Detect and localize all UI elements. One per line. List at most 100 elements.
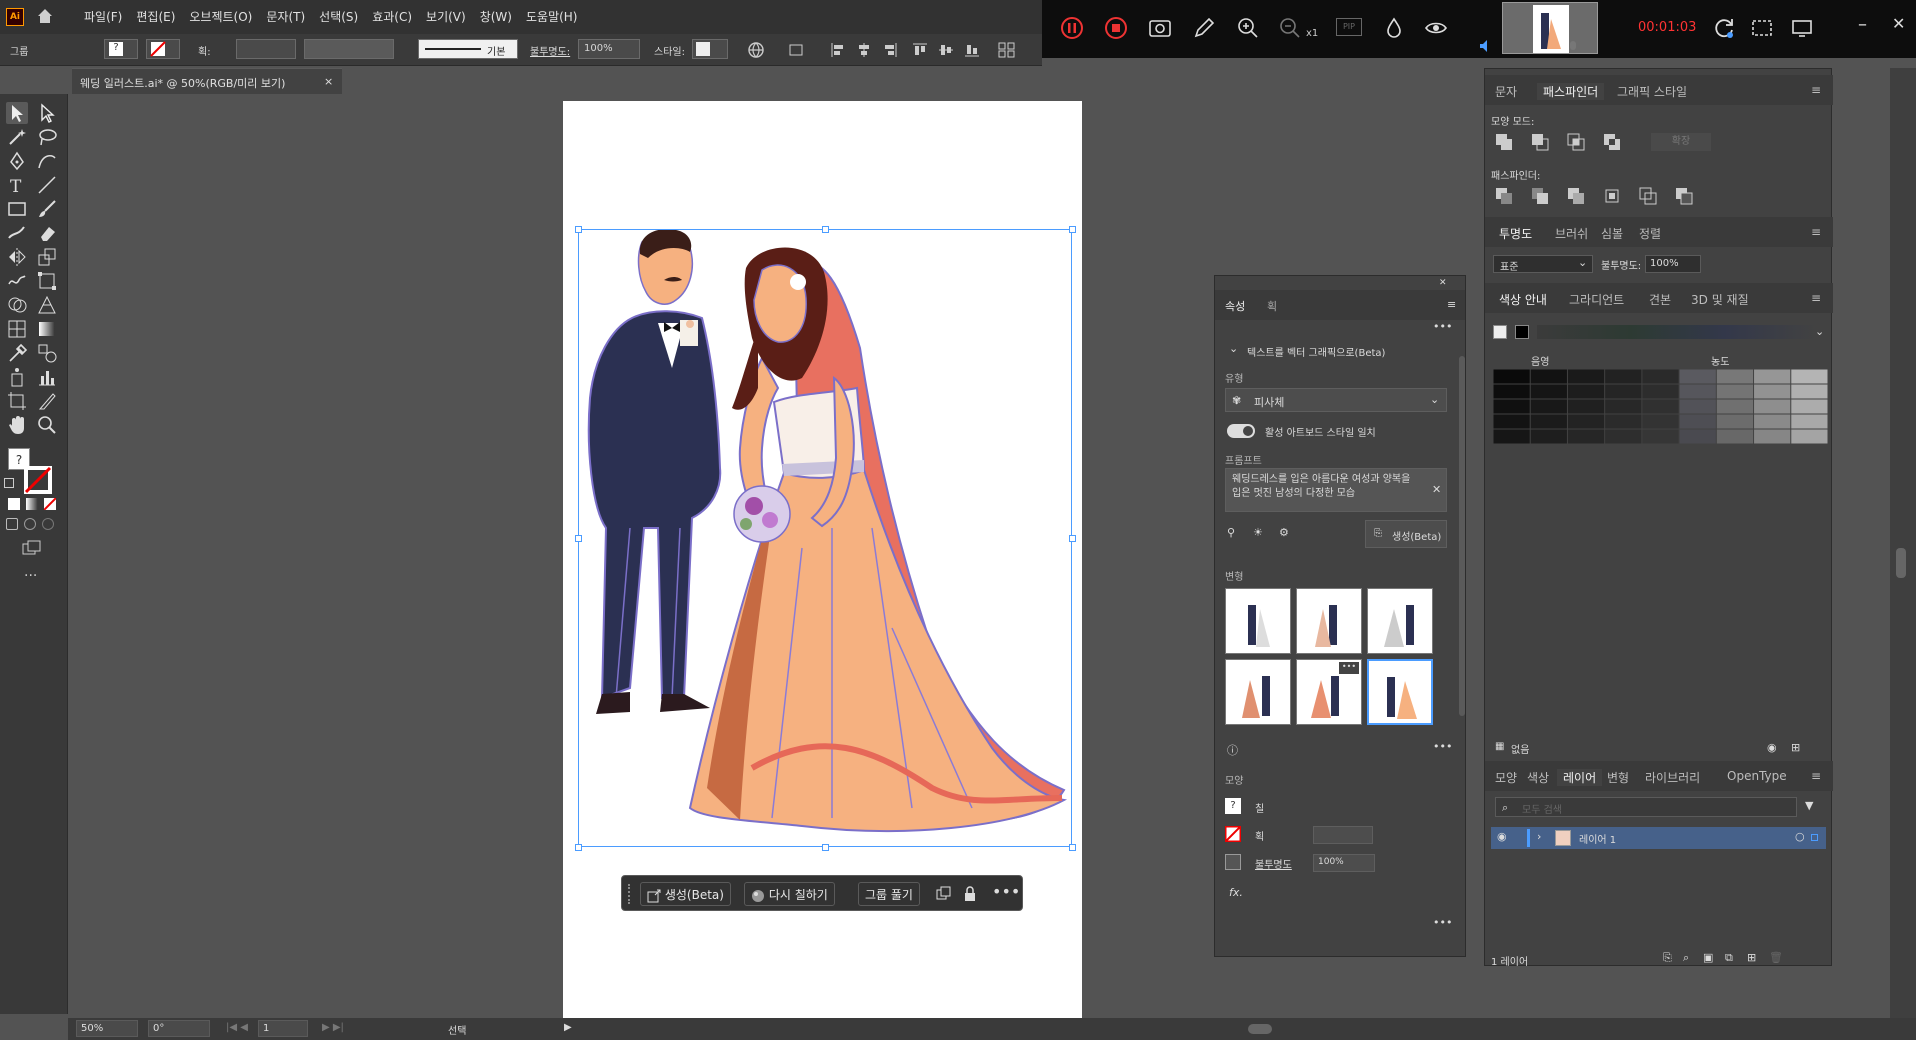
more-icon[interactable]: ••• — [1433, 320, 1452, 333]
mesh-tool-icon[interactable] — [6, 318, 28, 340]
handle-top-left[interactable] — [575, 226, 582, 233]
align-bottom-icon[interactable] — [964, 42, 980, 58]
preview-thumbnail[interactable] — [1502, 2, 1598, 54]
unite-icon[interactable] — [1495, 133, 1513, 151]
menu-window[interactable]: 창(W) — [480, 0, 512, 34]
trim-icon[interactable] — [1531, 187, 1549, 205]
color-swatch[interactable] — [1493, 429, 1530, 444]
handle-bottom[interactable] — [822, 844, 829, 851]
new-sublayer-icon[interactable]: ⧉ — [1725, 951, 1733, 965]
color-swatch[interactable] — [1791, 429, 1828, 444]
black-swatch[interactable] — [1515, 325, 1529, 339]
align-left-icon[interactable] — [830, 42, 846, 58]
color-swatch[interactable] — [1605, 369, 1642, 384]
color-guide-swatches[interactable] — [1493, 369, 1828, 444]
default-colors-icon[interactable] — [4, 478, 14, 488]
opacity-input[interactable]: 100% — [578, 39, 640, 59]
color-swatch[interactable] — [1791, 399, 1828, 414]
color-swatch[interactable] — [1754, 399, 1791, 414]
filter-icon[interactable]: ▼ — [1805, 799, 1813, 812]
locate-object-icon[interactable]: ⌕ — [1683, 951, 1689, 965]
scale-tool-icon[interactable] — [36, 246, 58, 268]
symbol-sprayer-icon[interactable] — [6, 366, 28, 388]
close-panel-icon[interactable]: ✕ — [1439, 278, 1447, 288]
prompt-textarea[interactable]: 웨딩드레스를 입은 아름다운 여성과 양복을 입은 멋진 남성의 다정한 모습 … — [1225, 468, 1447, 512]
panel-menu-icon[interactable]: ≡ — [1811, 225, 1821, 239]
color-swatch[interactable] — [1493, 399, 1530, 414]
align-middle-icon[interactable] — [938, 42, 954, 58]
tab-3d-materials[interactable]: 3D 및 재질 — [1691, 291, 1749, 308]
vertical-scrollbar[interactable] — [1459, 356, 1465, 716]
color-swatch[interactable] — [1679, 369, 1716, 384]
speaker-icon[interactable] — [1478, 38, 1494, 54]
expand-layer-icon[interactable]: › — [1537, 830, 1541, 843]
eraser-icon[interactable] — [36, 222, 58, 244]
clear-prompt-icon[interactable]: ✕ — [1432, 483, 1441, 496]
curvature-tool-icon[interactable] — [36, 150, 58, 172]
tab-stroke[interactable]: 획 — [1267, 298, 1277, 314]
color-swatch[interactable] — [1679, 384, 1716, 399]
color-swatch[interactable] — [1642, 369, 1679, 384]
color-swatch[interactable] — [1567, 369, 1605, 384]
clipping-mask-icon[interactable]: ▣ — [1703, 951, 1713, 964]
right-edge-scrollbar[interactable] — [1890, 68, 1916, 1018]
tab-align[interactable]: 정렬 — [1639, 225, 1661, 242]
type-tool-icon[interactable]: T — [6, 174, 28, 196]
variant-more-icon[interactable]: ••• — [1339, 662, 1359, 674]
more-tools-icon[interactable]: ··· — [24, 568, 37, 584]
variant-thumb-4[interactable] — [1225, 659, 1291, 725]
draw-behind-icon[interactable] — [24, 518, 36, 530]
color-swatch[interactable] — [1567, 384, 1605, 399]
color-swatch[interactable] — [1679, 429, 1716, 444]
tab-color[interactable]: 색상 — [1527, 769, 1549, 786]
tab-properties[interactable]: 속성 — [1225, 298, 1245, 314]
opacity-input[interactable]: 100% — [1645, 255, 1701, 273]
variant-thumb-5[interactable]: ••• — [1296, 659, 1362, 725]
variant-thumb-1[interactable] — [1225, 588, 1291, 654]
edit-colors-icon[interactable]: ◉ — [1767, 741, 1777, 754]
stroke-swatch[interactable] — [1225, 826, 1241, 842]
magic-wand-icon[interactable] — [6, 126, 28, 148]
menu-effect[interactable]: 효과(C) — [372, 0, 412, 34]
info-icon[interactable]: ⓘ — [1227, 742, 1238, 758]
new-layer-icon[interactable]: ⊞ — [1747, 951, 1756, 964]
pause-icon[interactable] — [1060, 16, 1084, 40]
tab-libraries[interactable]: 라이브러리 — [1645, 769, 1700, 786]
tab-opentype[interactable]: OpenType — [1727, 769, 1787, 783]
handle-bottom-right[interactable] — [1069, 844, 1076, 851]
region-icon[interactable] — [1750, 16, 1774, 40]
ungroup-button[interactable]: 그룹 풀기 — [858, 882, 920, 906]
status-menu-icon[interactable]: ▶ — [564, 1022, 572, 1033]
merge-icon[interactable] — [1567, 187, 1585, 205]
stop-icon[interactable] — [1104, 16, 1128, 40]
color-swatch[interactable] — [1716, 429, 1754, 444]
graph-tool-icon[interactable] — [36, 366, 58, 388]
reflect-tool-icon[interactable] — [6, 246, 28, 268]
color-swatch[interactable] — [1493, 414, 1530, 429]
color-swatch[interactable] — [1679, 399, 1716, 414]
delete-icon[interactable]: 🗑 — [1769, 951, 1783, 964]
tab-appearance[interactable]: 모양 — [1495, 769, 1517, 786]
stroke-weight-input[interactable] — [236, 39, 296, 59]
minimize-button[interactable]: – — [1858, 14, 1867, 35]
outline-icon[interactable] — [1639, 187, 1657, 205]
stroke-weight-input[interactable] — [1313, 826, 1373, 844]
color-swatch[interactable] — [1605, 384, 1642, 399]
handle-top[interactable] — [822, 226, 829, 233]
pen-tool-icon[interactable] — [6, 150, 28, 172]
zoom-tool-icon[interactable] — [36, 414, 58, 436]
target-icon[interactable]: ○ — [1795, 830, 1805, 843]
last-artboard-icon[interactable]: ▶ ▶| — [322, 1022, 344, 1033]
gradient-tool-icon[interactable] — [36, 318, 58, 340]
generate-button[interactable]: ⎘ 생성(Beta) — [1365, 520, 1447, 548]
align-right-icon[interactable] — [882, 42, 898, 58]
color-swatch[interactable] — [1605, 414, 1642, 429]
tab-graphic-styles[interactable]: 그래픽 스타일 — [1617, 83, 1687, 100]
variant-thumb-2[interactable] — [1296, 588, 1362, 654]
artboard-number-input[interactable]: 1 — [258, 1020, 308, 1037]
color-swatch[interactable] — [1679, 414, 1716, 429]
none-mode-icon[interactable] — [44, 498, 56, 510]
base-color-swatch[interactable] — [1493, 325, 1507, 339]
layer-row[interactable]: ◉ › 레이어 1 ○ — [1491, 827, 1826, 849]
handle-bottom-left[interactable] — [575, 844, 582, 851]
